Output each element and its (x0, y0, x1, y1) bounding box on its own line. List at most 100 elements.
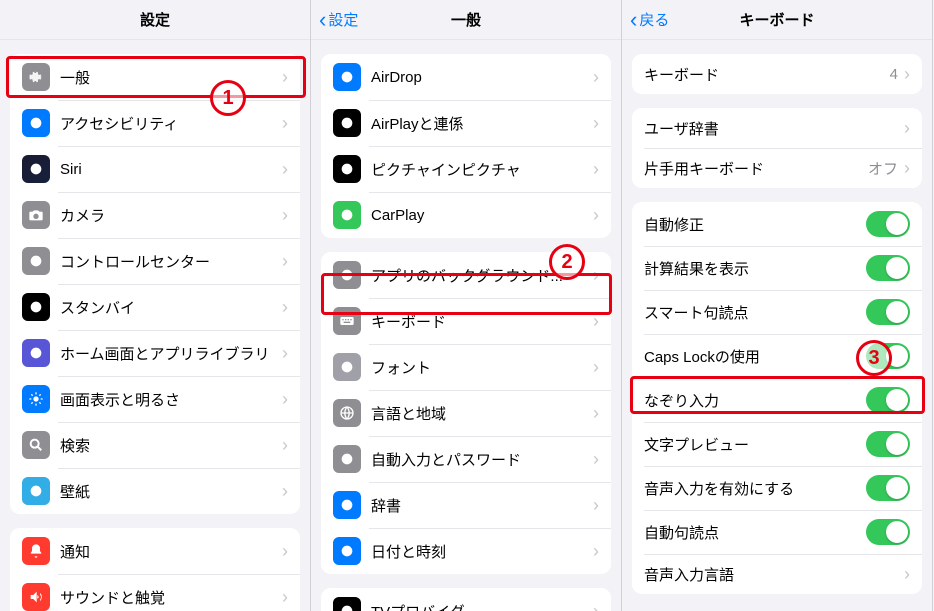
list-row[interactable]: 片手用キーボードオフ› (632, 148, 922, 188)
settings-group: ユーザ辞書›片手用キーボードオフ› (632, 108, 922, 188)
back-button[interactable]: ‹ 戻る (630, 9, 669, 31)
row-label: ユーザ辞書 (644, 118, 904, 139)
list-row[interactable]: CarPlay› (321, 192, 611, 238)
list-row[interactable]: アクセシビリティ› (10, 100, 300, 146)
standby-icon (22, 293, 50, 321)
row-label: キーボード (371, 311, 593, 332)
list-row[interactable]: アプリのバックグラウンド...› (321, 252, 611, 298)
globe-icon (333, 399, 361, 427)
chevron-right-icon: › (282, 344, 288, 362)
list-row[interactable]: ピクチャインピクチャ› (321, 146, 611, 192)
row-label: サウンドと触覚 (60, 587, 282, 608)
chevron-right-icon: › (904, 159, 910, 177)
list-row[interactable]: AirDrop› (321, 54, 611, 100)
chevron-right-icon: › (282, 436, 288, 454)
list-row[interactable]: 言語と地域› (321, 390, 611, 436)
refresh-icon (333, 261, 361, 289)
list-row[interactable]: なぞり入力 (632, 378, 922, 422)
list-row[interactable]: 壁紙› (10, 468, 300, 514)
chevron-right-icon: › (282, 542, 288, 560)
settings-group: AirDrop›AirPlayと連係›ピクチャインピクチャ›CarPlay› (321, 54, 611, 238)
settings-group: 通知›サウンドと触覚›集中モード›スクリーンタイム› (10, 528, 300, 611)
chevron-right-icon: › (593, 266, 599, 284)
row-label: ピクチャインピクチャ (371, 159, 593, 180)
list-row[interactable]: 音声入力言語› (632, 554, 922, 594)
list-row[interactable]: 音声入力を有効にする (632, 466, 922, 510)
list-row[interactable]: スマート句読点 (632, 290, 922, 334)
list-row[interactable]: 辞書› (321, 482, 611, 528)
toggle-switch[interactable] (866, 299, 910, 325)
list-row[interactable]: AirPlayと連係› (321, 100, 611, 146)
list-row[interactable]: 自動修正 (632, 202, 922, 246)
list-row[interactable]: 文字プレビュー (632, 422, 922, 466)
back-label: 戻る (639, 9, 669, 30)
general-panel: ‹ 設定 一般 AirDrop›AirPlayと連係›ピクチャインピクチャ›Ca… (311, 0, 622, 611)
general-list: AirDrop›AirPlayと連係›ピクチャインピクチャ›CarPlay›アプ… (311, 40, 621, 611)
row-label: Caps Lockの使用 (644, 346, 866, 367)
wallpaper-icon (22, 477, 50, 505)
gear-icon (22, 63, 50, 91)
list-row[interactable]: ホーム画面とアプリライブラリ› (10, 330, 300, 376)
chevron-right-icon: › (282, 206, 288, 224)
chevron-right-icon: › (593, 358, 599, 376)
list-row[interactable]: サウンドと触覚› (10, 574, 300, 611)
list-row[interactable]: 画面表示と明るさ› (10, 376, 300, 422)
settings-list: 一般›アクセシビリティ›Siri›カメラ›コントロールセンター›スタンバイ›ホー… (0, 40, 310, 611)
row-label: 自動句読点 (644, 522, 866, 543)
row-label: コントロールセンター (60, 251, 282, 272)
airdrop-icon (333, 63, 361, 91)
list-row[interactable]: 通知› (10, 528, 300, 574)
chevron-left-icon: ‹ (630, 9, 637, 31)
row-label: 検索 (60, 435, 282, 456)
keyboard-list: キーボード4›ユーザ辞書›片手用キーボードオフ›自動修正計算結果を表示スマート句… (622, 40, 932, 611)
header: ‹ 設定 一般 (311, 0, 621, 40)
row-label: 計算結果を表示 (644, 258, 866, 279)
bell-icon (22, 537, 50, 565)
chevron-right-icon: › (593, 496, 599, 514)
list-row[interactable]: Siri› (10, 146, 300, 192)
toggle-switch[interactable] (866, 519, 910, 545)
header: ‹ 戻る キーボード (622, 0, 932, 40)
row-label: Siri (60, 161, 282, 178)
list-row[interactable]: ユーザ辞書› (632, 108, 922, 148)
list-row[interactable]: 自動入力とパスワード› (321, 436, 611, 482)
toggle-switch[interactable] (866, 475, 910, 501)
toggle-switch[interactable] (866, 387, 910, 413)
carplay-icon (333, 201, 361, 229)
list-row[interactable]: スタンバイ› (10, 284, 300, 330)
list-row[interactable]: キーボード4› (632, 54, 922, 94)
list-row[interactable]: キーボード› (321, 298, 611, 344)
toggle-switch[interactable] (866, 343, 910, 369)
settings-group: TVプロバイダ› (321, 588, 611, 611)
list-row[interactable]: Caps Lockの使用 (632, 334, 922, 378)
toggle-switch[interactable] (866, 211, 910, 237)
row-label: アクセシビリティ (60, 113, 282, 134)
list-row[interactable]: 自動句読点 (632, 510, 922, 554)
search-icon (22, 431, 50, 459)
chevron-right-icon: › (904, 65, 910, 83)
pip-icon (333, 155, 361, 183)
back-button[interactable]: ‹ 設定 (319, 9, 358, 31)
list-row[interactable]: 日付と時刻› (321, 528, 611, 574)
list-row[interactable]: コントロールセンター› (10, 238, 300, 284)
row-label: スタンバイ (60, 297, 282, 318)
row-label: アプリのバックグラウンド... (371, 265, 593, 286)
autofill-icon (333, 445, 361, 473)
row-label: 通知 (60, 541, 282, 562)
chevron-right-icon: › (593, 68, 599, 86)
list-row[interactable]: 検索› (10, 422, 300, 468)
chevron-right-icon: › (593, 542, 599, 560)
row-label: AirPlayと連係 (371, 113, 593, 134)
row-label: フォント (371, 357, 593, 378)
list-row[interactable]: 計算結果を表示 (632, 246, 922, 290)
list-row[interactable]: 一般› (10, 54, 300, 100)
chevron-right-icon: › (282, 588, 288, 606)
toggle-switch[interactable] (866, 431, 910, 457)
chevron-right-icon: › (282, 160, 288, 178)
list-row[interactable]: TVプロバイダ› (321, 588, 611, 611)
toggle-switch[interactable] (866, 255, 910, 281)
list-row[interactable]: カメラ› (10, 192, 300, 238)
list-row[interactable]: フォント› (321, 344, 611, 390)
camera-icon (22, 201, 50, 229)
row-label: カメラ (60, 205, 282, 226)
